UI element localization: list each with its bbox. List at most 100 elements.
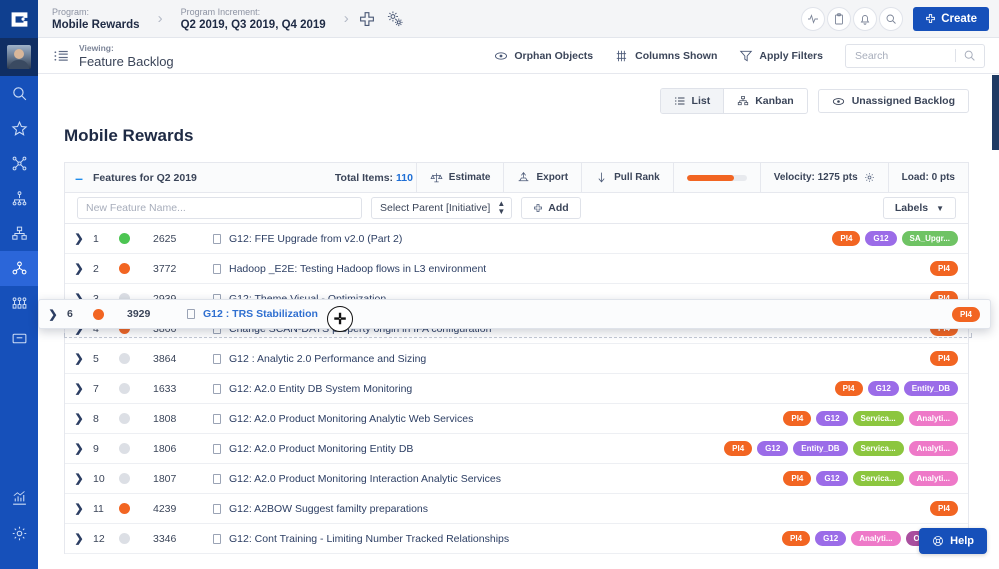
sidebar-item-search[interactable] [0, 76, 38, 111]
tag-g12[interactable]: G12 [867, 381, 899, 396]
tag-analyti[interactable]: Analyti... [851, 531, 901, 546]
row-rank: 1 [93, 232, 99, 245]
sidebar-item-teams[interactable] [0, 251, 38, 286]
sidebar-item-portfolio[interactable] [0, 181, 38, 216]
labels-dropdown[interactable]: Labels ▼ [882, 197, 956, 219]
tag-pi4[interactable]: PI4 [783, 471, 812, 486]
export-button[interactable]: Export [503, 162, 581, 193]
dragged-row[interactable]: ❯ 6 3929 G12 : TRS Stabilization PI4 [38, 299, 991, 329]
row-expand-caret[interactable]: ❯ [65, 382, 93, 395]
row-title[interactable]: G12 : TRS Stabilization [203, 308, 318, 320]
table-row[interactable]: ❯ 11 4239 G12: A2BOW Suggest familty prepar… [65, 494, 968, 524]
tag-pi4[interactable]: PI4 [951, 306, 980, 322]
tag-analyti[interactable]: Analyti... [908, 471, 958, 486]
tag-g12[interactable]: G12 [815, 531, 847, 546]
table-row[interactable]: ❯ 12 3346 G12: Cont Training - Limiting Num… [65, 524, 968, 554]
pull-rank-button[interactable]: Pull Rank [581, 162, 673, 193]
search-submit-button[interactable] [956, 49, 982, 62]
table-row[interactable]: ❯ 2 3772 Hadoop _E2E: Testing Hadoop flows … [65, 254, 968, 284]
avatar[interactable] [0, 38, 38, 76]
row-title[interactable]: G12: Cont Training - Limiting Number Tra… [229, 533, 509, 545]
tag-servica[interactable]: Servica... [852, 471, 904, 486]
row-title[interactable]: G12: A2.0 Product Monitoring Analytic We… [229, 413, 473, 425]
clipboard-button[interactable] [827, 6, 852, 31]
tag-g12[interactable]: G12 [816, 411, 848, 426]
row-expand-caret[interactable]: ❯ [65, 502, 93, 515]
row-title[interactable]: G12: A2.0 Product Monitoring Entity DB [229, 443, 413, 455]
new-feature-input[interactable] [77, 197, 362, 219]
row-expand-caret[interactable]: ❯ [39, 308, 67, 321]
tag-pi4[interactable]: PI4 [783, 411, 812, 426]
breadcrumb-program[interactable]: Program: Mobile Rewards [38, 6, 154, 32]
table-row[interactable]: ❯ 7 1633 G12: A2.0 Entity DB System Monitor… [65, 374, 968, 404]
tag-pi4[interactable]: PI4 [832, 231, 861, 246]
sidebar-item-analytics[interactable] [0, 481, 38, 516]
tag-servica[interactable]: Servica... [852, 411, 904, 426]
help-button[interactable]: Help [919, 528, 987, 554]
table-row[interactable]: ❯ 9 1806 G12: A2.0 Product Monitoring Entit… [65, 434, 968, 464]
tag-pi4[interactable]: PI4 [929, 501, 958, 516]
search-input[interactable] [855, 49, 955, 62]
table-row[interactable]: ❯ 10 1807 G12: A2.0 Product Monitoring Inte… [65, 464, 968, 494]
estimate-button[interactable]: Estimate [415, 162, 504, 193]
columns-shown-button[interactable]: Columns Shown [615, 49, 717, 63]
sidebar-item-programs[interactable] [0, 216, 38, 251]
apply-filters-button[interactable]: Apply Filters [739, 49, 823, 63]
table-row[interactable]: ❯ 8 1808 G12: A2.0 Product Monitoring Analy… [65, 404, 968, 434]
tag-g12[interactable]: G12 [865, 231, 897, 246]
row-expand-caret[interactable]: ❯ [65, 262, 93, 275]
table-row[interactable]: ❯ 5 3864 G12 : Analytic 2.0 Performance and… [65, 344, 968, 374]
program-settings-button[interactable] [381, 5, 409, 33]
tab-list[interactable]: List [660, 89, 724, 113]
sidebar-item-roadmap[interactable] [0, 146, 38, 181]
tag-entity_db[interactable]: Entity_DB [793, 441, 848, 456]
tag-analyti[interactable]: Analyti... [908, 411, 958, 426]
tag-analyti[interactable]: Analyti... [908, 441, 958, 456]
row-expand-caret[interactable]: ❯ [65, 232, 93, 245]
tag-g12[interactable]: G12 [757, 441, 789, 456]
increment-value: Q2 2019, Q3 2019, Q4 2019 [180, 18, 326, 31]
tag-entity_db[interactable]: Entity_DB [903, 381, 958, 396]
row-expand-caret[interactable]: ❯ [65, 352, 93, 365]
orphan-objects-button[interactable]: Orphan Objects [494, 49, 593, 63]
tag-servica[interactable]: Servica... [852, 441, 904, 456]
sidebar-item-people[interactable] [0, 286, 38, 321]
sidebar-item-inbox[interactable] [0, 321, 38, 356]
tag-pi4[interactable]: PI4 [929, 261, 958, 276]
row-title[interactable]: G12: A2BOW Suggest familty preparations [229, 503, 428, 515]
tag-pi4[interactable]: PI4 [929, 351, 958, 366]
row-title[interactable]: G12: A2.0 Product Monitoring Interaction… [229, 473, 501, 485]
notifications-button[interactable] [853, 6, 878, 31]
row-title[interactable]: G12 : Analytic 2.0 Performance and Sizin… [229, 353, 426, 365]
add-feature-button[interactable]: Add [521, 197, 581, 219]
breadcrumb-increment[interactable]: Program Increment: Q2 2019, Q3 2019, Q4 … [167, 6, 340, 32]
velocity-cell[interactable]: Velocity: 1275 pts [759, 162, 888, 193]
tab-kanban[interactable]: Kanban [723, 89, 807, 113]
global-search-button[interactable] [879, 6, 904, 31]
unassigned-backlog-button[interactable]: Unassigned Backlog [817, 89, 969, 113]
activity-button[interactable] [801, 6, 826, 31]
table-row[interactable]: ❯ 1 2625 G12: FFE Upgrade from v2.0 (Part 2… [65, 224, 968, 254]
row-title[interactable]: G12: A2.0 Entity DB System Monitoring [229, 383, 412, 395]
app-logo[interactable] [0, 0, 38, 38]
add-program-button[interactable] [353, 5, 381, 33]
row-expand-caret[interactable]: ❯ [65, 442, 93, 455]
tag-pi4[interactable]: PI4 [724, 441, 753, 456]
row-expand-caret[interactable]: ❯ [65, 532, 93, 545]
create-button[interactable]: Create [913, 6, 989, 31]
select-parent-dropdown[interactable]: Select Parent [Initiative] ▲ ▼ [371, 197, 513, 219]
search-box[interactable] [845, 43, 985, 68]
row-expand-caret[interactable]: ❯ [65, 412, 93, 425]
vertical-scrollbar-thumb[interactable] [992, 75, 999, 150]
sidebar-item-settings[interactable] [0, 516, 38, 551]
sidebar-item-favorites[interactable] [0, 111, 38, 146]
collapse-toggle-icon[interactable]: – [65, 170, 93, 186]
tag-pi4[interactable]: PI4 [782, 531, 811, 546]
tag-sa_upgr[interactable]: SA_Upgr... [901, 231, 958, 246]
tag-g12[interactable]: G12 [816, 471, 848, 486]
row-title[interactable]: G12: FFE Upgrade from v2.0 (Part 2) [229, 233, 402, 245]
viewing-selector[interactable]: Viewing: Feature Backlog [52, 43, 174, 69]
tag-pi4[interactable]: PI4 [834, 381, 863, 396]
row-expand-caret[interactable]: ❯ [65, 472, 93, 485]
row-title[interactable]: Hadoop _E2E: Testing Hadoop flows in L3 … [229, 263, 486, 275]
